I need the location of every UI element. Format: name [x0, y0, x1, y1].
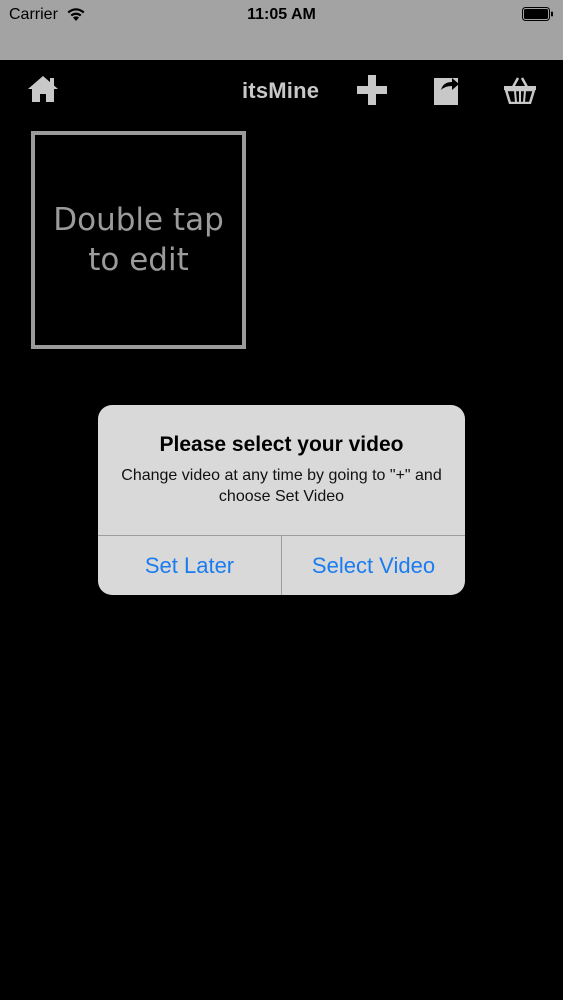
select-video-button[interactable]: Select Video — [282, 536, 465, 595]
select-video-alert: Please select your video Change video at… — [98, 405, 465, 595]
alert-message: Change video at any time by going to "+"… — [121, 467, 442, 505]
set-later-button[interactable]: Set Later — [98, 536, 281, 595]
status-bar: Carrier 11:05 AM — [0, 0, 563, 60]
clock: 11:05 AM — [247, 6, 316, 23]
edit-tile[interactable]: Double tap to edit — [31, 131, 246, 349]
home-icon[interactable] — [26, 74, 60, 109]
alert-title: Please select your video — [159, 433, 404, 456]
tile-text: Double tap to edit — [53, 202, 224, 278]
plus-icon[interactable] — [356, 74, 388, 111]
share-icon[interactable] — [433, 74, 461, 111]
nav-bar: itsMine — [0, 60, 563, 120]
basket-icon[interactable] — [503, 76, 537, 109]
battery-icon — [522, 7, 554, 21]
app-title: itsMine — [242, 78, 320, 103]
